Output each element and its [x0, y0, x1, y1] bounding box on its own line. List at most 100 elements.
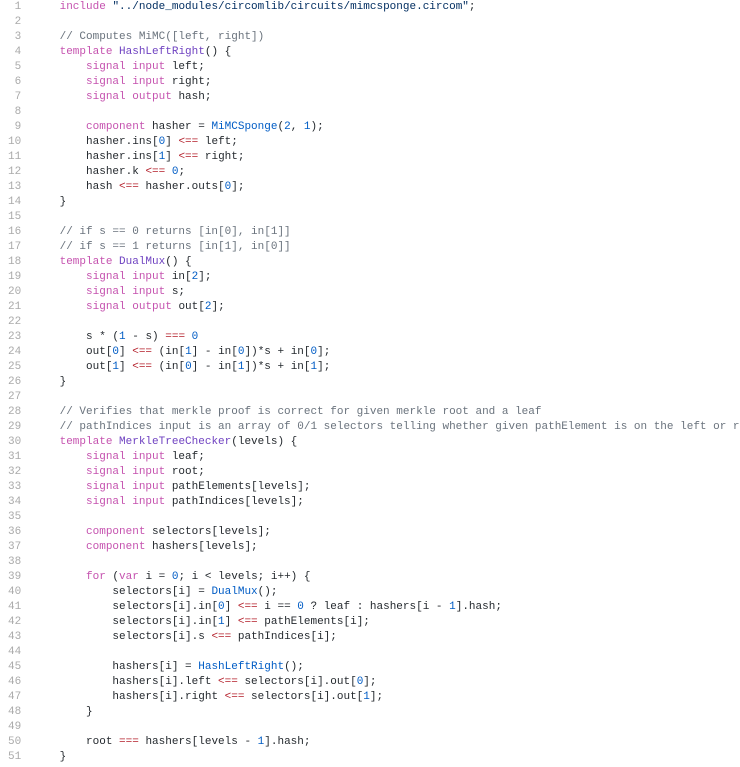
code-line[interactable]: selectors[i] = DualMux();	[33, 585, 740, 600]
token-id: selectors[i].in[	[112, 616, 218, 628]
code-line[interactable]: signal input right;	[33, 75, 740, 90]
token-id: ].hash;	[264, 736, 310, 748]
code-line[interactable]: root === hashers[levels - 1].hash;	[33, 735, 740, 750]
code-line[interactable]: s * (1 - s) === 0	[33, 330, 740, 345]
token-num: 1	[449, 601, 456, 613]
code-line[interactable]	[33, 390, 740, 405]
code-line[interactable]: signal input leaf;	[33, 450, 740, 465]
code-line[interactable]	[33, 210, 740, 225]
code-line[interactable]: hash <== hasher.outs[0];	[33, 180, 740, 195]
token-id: hasher.outs[	[139, 181, 225, 193]
code-line[interactable]: template MerkleTreeChecker(levels) {	[33, 435, 740, 450]
code-line[interactable]: include "../node_modules/circomlib/circu…	[33, 0, 740, 15]
code-line[interactable]: }	[33, 195, 740, 210]
code-line[interactable]: hasher.ins[1] <== right;	[33, 150, 740, 165]
token-num: 1	[185, 346, 192, 358]
code-line[interactable]: signal input root;	[33, 465, 740, 480]
code-line[interactable]: signal input s;	[33, 285, 740, 300]
token-id: hashers[levels -	[139, 736, 258, 748]
code-line[interactable]: template HashLeftRight() {	[33, 45, 740, 60]
token-op: <==	[132, 361, 152, 373]
token-id: out[	[86, 346, 112, 358]
token-id: }	[60, 751, 67, 763]
code-line[interactable]: for (var i = 0; i < levels; i++) {	[33, 570, 740, 585]
line-number: 7	[8, 90, 21, 105]
code-line[interactable]: signal input pathElements[levels];	[33, 480, 740, 495]
token-cmt: // Verifies that merkle proof is correct…	[60, 406, 542, 418]
code-line[interactable]: component hashers[levels];	[33, 540, 740, 555]
line-number: 5	[8, 60, 21, 75]
code-line[interactable]: }	[33, 705, 740, 720]
token-id: pathElements[i];	[258, 616, 370, 628]
line-number: 4	[8, 45, 21, 60]
code-line[interactable]: // Verifies that merkle proof is correct…	[33, 405, 740, 420]
code-line[interactable]: selectors[i].in[1] <== pathElements[i];	[33, 615, 740, 630]
code-line[interactable]	[33, 720, 740, 735]
code-line[interactable]: hasher.ins[0] <== left;	[33, 135, 740, 150]
code-line[interactable]	[33, 555, 740, 570]
token-id: }	[60, 376, 67, 388]
code-line[interactable]	[33, 15, 740, 30]
code-line[interactable]	[33, 315, 740, 330]
token-id: i ==	[258, 601, 298, 613]
token-id: - s)	[126, 331, 166, 343]
token-id: hashers[i].right	[112, 691, 224, 703]
token-id: (in[	[152, 361, 185, 373]
token-num: 1	[218, 616, 225, 628]
code-line[interactable]: component selectors[levels];	[33, 525, 740, 540]
token-id: ]	[165, 151, 178, 163]
code-content[interactable]: include "../node_modules/circomlib/circu…	[33, 0, 740, 765]
line-number: 21	[8, 300, 21, 315]
token-id: (	[106, 571, 119, 583]
token-id: ])*s + in[	[245, 346, 311, 358]
code-line[interactable]: signal input pathIndices[levels];	[33, 495, 740, 510]
token-id: }	[60, 196, 67, 208]
line-number: 19	[8, 270, 21, 285]
code-line[interactable]: }	[33, 750, 740, 765]
code-line[interactable]: hashers[i].right <== selectors[i].out[1]…	[33, 690, 740, 705]
code-line[interactable]: // pathIndices input is an array of 0/1 …	[33, 420, 740, 435]
code-line[interactable]: signal output out[2];	[33, 300, 740, 315]
token-kw: template	[60, 256, 113, 268]
line-number: 41	[8, 600, 21, 615]
code-line[interactable]: out[0] <== (in[1] - in[0])*s + in[0];	[33, 345, 740, 360]
code-line[interactable]: component hasher = MiMCSponge(2, 1);	[33, 120, 740, 135]
token-kw: include	[60, 1, 106, 13]
code-line[interactable]: out[1] <== (in[0] - in[1])*s + in[1];	[33, 360, 740, 375]
line-number: 15	[8, 210, 21, 225]
code-line[interactable]: selectors[i].in[0] <== i == 0 ? leaf : h…	[33, 600, 740, 615]
code-line[interactable]: hasher.k <== 0;	[33, 165, 740, 180]
code-line[interactable]: // if s == 0 returns [in[0], in[1]]	[33, 225, 740, 240]
code-line[interactable]	[33, 510, 740, 525]
code-line[interactable]: template DualMux() {	[33, 255, 740, 270]
code-line[interactable]: signal input left;	[33, 60, 740, 75]
token-id: hasher.k	[86, 166, 145, 178]
token-id: right;	[198, 151, 244, 163]
token-id: ];	[370, 691, 383, 703]
token-num: 0	[238, 346, 245, 358]
token-kw: signal input	[86, 466, 165, 478]
token-id: ;	[469, 1, 476, 13]
code-line[interactable]: signal input in[2];	[33, 270, 740, 285]
token-op: <==	[119, 181, 139, 193]
token-id: ];	[211, 301, 224, 313]
code-line[interactable]	[33, 105, 740, 120]
code-editor[interactable]: 1234567891011121314151617181920212223242…	[0, 0, 740, 765]
token-op: ===	[165, 331, 185, 343]
line-number: 12	[8, 165, 21, 180]
code-line[interactable]: hashers[i] = HashLeftRight();	[33, 660, 740, 675]
code-line[interactable]: // if s == 1 returns [in[1], in[0]]	[33, 240, 740, 255]
code-line[interactable]: signal output hash;	[33, 90, 740, 105]
code-line[interactable]: hashers[i].left <== selectors[i].out[0];	[33, 675, 740, 690]
token-id: (in[	[152, 346, 185, 358]
code-line[interactable]: // Computes MiMC([left, right])	[33, 30, 740, 45]
token-id: ]	[119, 361, 132, 373]
code-line[interactable]	[33, 645, 740, 660]
token-id: hash	[86, 181, 119, 193]
line-number: 39	[8, 570, 21, 585]
code-line[interactable]: selectors[i].s <== pathIndices[i];	[33, 630, 740, 645]
token-id: ] - in[	[192, 361, 238, 373]
code-line[interactable]: }	[33, 375, 740, 390]
line-number: 20	[8, 285, 21, 300]
token-kw: signal input	[86, 451, 165, 463]
